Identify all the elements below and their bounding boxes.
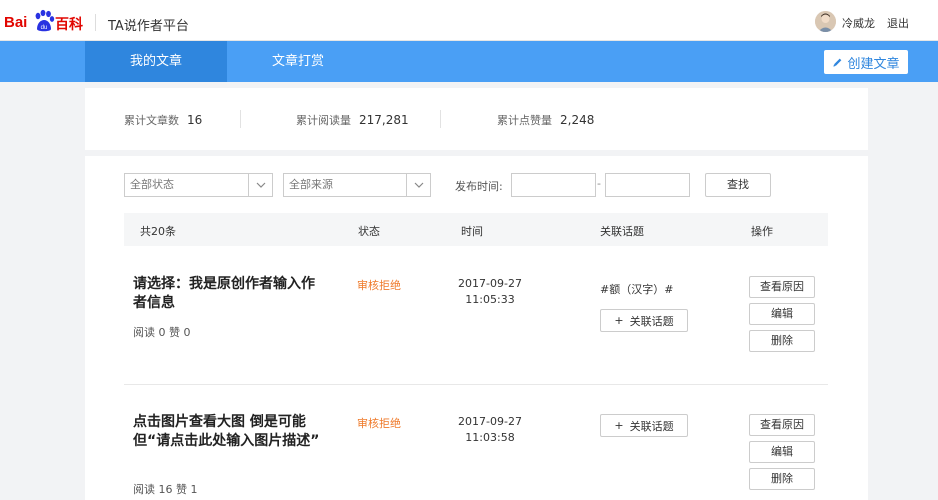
pencil-icon [833, 58, 842, 67]
publish-time: 2017-09-27 11:05:33 [445, 276, 535, 308]
username[interactable]: 冷威龙 [842, 15, 875, 31]
stat-label: 累计阅读量 [296, 114, 351, 127]
logo-text-baike: 百科 [55, 17, 83, 33]
article-stats: 阅读 16 赞 1 [133, 483, 198, 496]
linked-topic[interactable]: #额（汉字）# [600, 281, 673, 297]
logo-text-bai: Bai [4, 14, 28, 31]
stats-panel: 累计文章数 16 累计阅读量 217,281 累计点赞量 2,248 [85, 88, 868, 150]
header-topic: 关联话题 [600, 225, 644, 238]
source-filter-value: 全部来源 [289, 178, 333, 191]
stat-read-count: 累计阅读量 217,281 [296, 112, 409, 128]
header-divider [95, 14, 96, 31]
stat-value: 2,248 [560, 113, 595, 127]
publish-clock: 11:05:33 [465, 293, 515, 306]
header-status: 状态 [358, 225, 380, 238]
plus-icon: + [614, 419, 624, 432]
article-stats: 阅读 0 赞 0 [133, 326, 191, 339]
publish-date: 2017-09-27 [458, 277, 522, 290]
create-article-label: 创建文章 [847, 56, 900, 72]
status-filter-select[interactable]: 全部状态 [124, 173, 273, 197]
search-button[interactable]: 查找 [705, 173, 771, 197]
stat-value: 217,281 [359, 113, 409, 127]
stat-divider [440, 110, 441, 128]
top-bar: Bai du 百科 TA说作者平台 冷威龙 退出 [0, 0, 938, 41]
publish-time-label: 发布时间: [455, 180, 503, 193]
stat-article-count: 累计文章数 16 [124, 112, 202, 128]
article-title[interactable]: 点击图片查看大图 倒是可能但“请点击此处输入图片描述” [133, 413, 323, 451]
start-date-input[interactable] [511, 173, 596, 197]
tab-article-rewards[interactable]: 文章打赏 [227, 41, 369, 82]
baidu-baike-logo[interactable]: Bai du 百科 [4, 8, 88, 34]
article-list-panel: 全部状态 全部来源 发布时间: - 查找 共20条 状态 时间 关联话题 操作 … [85, 156, 868, 500]
publish-time: 2017-09-27 11:03:58 [445, 414, 535, 446]
end-date-input[interactable] [605, 173, 690, 197]
status-filter-value: 全部状态 [130, 178, 174, 191]
logout-link[interactable]: 退出 [887, 15, 909, 31]
date-range-separator: - [597, 177, 601, 190]
view-reason-button[interactable]: 查看原因 [749, 276, 815, 298]
edit-button[interactable]: 编辑 [749, 303, 815, 325]
avatar-icon [815, 11, 836, 32]
stat-like-count: 累计点赞量 2,248 [497, 112, 594, 128]
row-divider [124, 384, 828, 385]
plus-icon: + [614, 314, 624, 327]
nav-bar: 我的文章 文章打赏 [0, 41, 938, 82]
create-article-button[interactable]: 创建文章 [824, 50, 908, 74]
link-topic-button[interactable]: + 关联话题 [600, 414, 688, 437]
svg-text:du: du [41, 25, 48, 31]
delete-button[interactable]: 删除 [749, 330, 815, 352]
publish-clock: 11:03:58 [465, 431, 515, 444]
status-badge: 审核拒绝 [357, 417, 401, 430]
link-topic-button[interactable]: + 关联话题 [600, 309, 688, 332]
header-actions: 操作 [751, 225, 773, 238]
publish-date: 2017-09-27 [458, 415, 522, 428]
article-title[interactable]: 请选择：我是原创作者输入作者信息 [133, 275, 323, 313]
view-reason-button[interactable]: 查看原因 [749, 414, 815, 436]
baidu-paw-icon: du [35, 9, 55, 32]
tab-my-articles[interactable]: 我的文章 [85, 41, 227, 82]
chevron-down-icon [406, 174, 430, 196]
link-topic-label: 关联话题 [629, 419, 674, 433]
table-header: 共20条 状态 时间 关联话题 操作 [124, 213, 828, 246]
chevron-down-icon [248, 174, 272, 196]
source-filter-select[interactable]: 全部来源 [283, 173, 431, 197]
header-time: 时间 [461, 225, 483, 238]
stat-label: 累计文章数 [124, 114, 179, 127]
user-avatar[interactable] [815, 11, 836, 32]
stat-label: 累计点赞量 [497, 114, 552, 127]
header-total: 共20条 [140, 225, 176, 238]
edit-button[interactable]: 编辑 [749, 441, 815, 463]
stat-divider [240, 110, 241, 128]
platform-title: TA说作者平台 [108, 19, 189, 34]
stat-value: 16 [187, 113, 203, 127]
link-topic-label: 关联话题 [629, 314, 674, 328]
status-badge: 审核拒绝 [357, 279, 401, 292]
delete-button[interactable]: 删除 [749, 468, 815, 490]
